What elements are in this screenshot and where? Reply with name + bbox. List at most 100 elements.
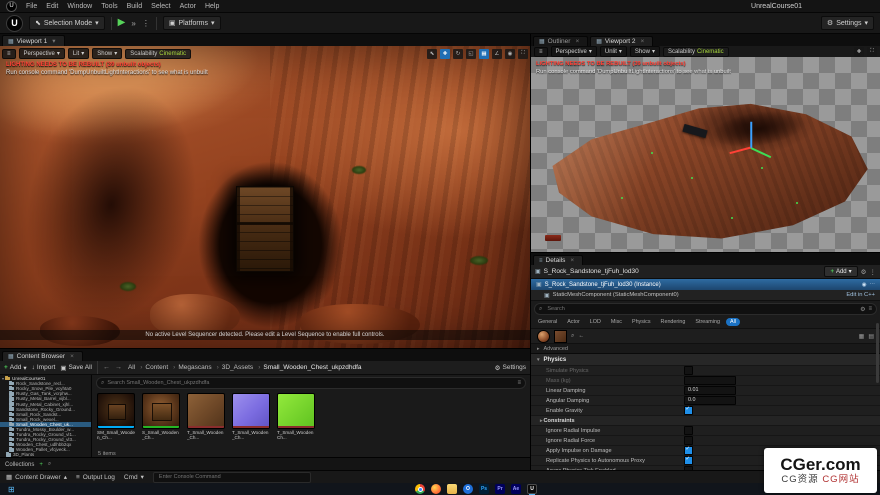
settings-dropdown[interactable]: ⚙ Settings ▾ <box>821 16 874 30</box>
asset-search-input[interactable] <box>107 380 514 386</box>
menu-actor[interactable]: Actor <box>180 3 196 10</box>
chip-lod[interactable]: LOD <box>586 318 605 326</box>
tab-viewport-1[interactable]: ▦ Viewport 1 ▾ <box>2 35 65 46</box>
tab-content-browser[interactable]: ▦ Content Browser × <box>2 351 83 361</box>
small-red-mesh[interactable] <box>545 235 561 241</box>
folder-icon[interactable]: ▤ <box>868 333 874 340</box>
use-selected-icon[interactable]: ← <box>578 333 584 339</box>
premiere-icon[interactable]: Pr <box>495 484 505 494</box>
windows-start-icon[interactable]: ⊞ <box>8 485 15 494</box>
grid-snap-icon[interactable]: ▦ <box>479 49 489 59</box>
search-collections-icon[interactable]: ⌕ <box>48 461 51 468</box>
breadcrumb-all[interactable]: All <box>127 364 136 371</box>
maximize-viewport-icon[interactable]: ⛶ <box>518 49 528 59</box>
advanced-section-row[interactable]: ▸ Advanced <box>531 343 880 353</box>
value-field[interactable]: 0.0 <box>684 396 736 405</box>
value-field[interactable] <box>684 376 736 385</box>
gizmo-move-icon[interactable]: ✚ <box>440 49 450 59</box>
close-icon[interactable]: × <box>570 257 574 264</box>
add-component-button[interactable]: +Add▾ <box>824 266 857 277</box>
cmd-dropdown[interactable]: Cmd ▾ <box>124 473 144 481</box>
add-collection-icon[interactable]: + <box>39 462 43 468</box>
gizmo-x-axis[interactable] <box>730 147 752 154</box>
chip-misc[interactable]: Misc <box>607 318 626 326</box>
menu-build[interactable]: Build <box>127 3 143 10</box>
photoshop-icon[interactable]: Ps <box>479 484 489 494</box>
back-icon[interactable]: ← <box>103 364 110 371</box>
gizmo-scale-icon[interactable]: ◱ <box>466 49 476 59</box>
tab-viewport-2[interactable]: ▦ Viewport 2 × <box>590 36 653 46</box>
chip-actor[interactable]: Actor <box>563 318 584 326</box>
menu-file[interactable]: File <box>26 3 37 10</box>
save-all-button[interactable]: ▣Save All <box>60 364 92 372</box>
view-mode-dropdown[interactable]: Lit▾ <box>68 48 89 59</box>
close-icon[interactable]: × <box>641 38 645 45</box>
scalability-badge[interactable]: ScalabilityCinematic <box>663 47 729 57</box>
component-row-staticmesh[interactable]: ▣ StaticMeshComponent (StaticMeshCompone… <box>531 290 880 301</box>
skip-frame-button[interactable]: » <box>131 19 135 28</box>
value-field[interactable]: 0.01 <box>684 386 736 395</box>
asset-tile[interactable]: T_Small_Wooden_Ch... <box>232 393 270 440</box>
chip-streaming[interactable]: Streaming <box>691 318 724 326</box>
selection-mode-dropdown[interactable]: ⬉ Selection Mode ▾ <box>29 16 105 30</box>
breadcrumb-current-folder[interactable]: Small_Wooden_Chest_ukpzdhdfa <box>254 364 362 371</box>
collections-label[interactable]: Collections <box>5 462 34 468</box>
transform-gizmo[interactable] <box>727 117 787 167</box>
scrollbar[interactable] <box>876 323 879 383</box>
chip-all[interactable]: All <box>726 318 740 326</box>
gizmo-move-icon[interactable]: ✚ <box>854 47 864 57</box>
camera-speed-icon[interactable]: ◉ <box>505 49 515 59</box>
filter-icon[interactable]: ≡ <box>517 380 521 386</box>
show-dropdown[interactable]: Show▾ <box>92 48 122 59</box>
content-browser-settings-button[interactable]: ⚙Settings <box>495 364 526 372</box>
firefox-icon[interactable] <box>431 484 441 494</box>
menu-window[interactable]: Window <box>67 3 92 10</box>
import-button[interactable]: ↓Import <box>32 364 56 371</box>
viewport-2-scene[interactable]: LIGHTING NEEDS TO BE REBUILT (39 unbuilt… <box>530 57 880 252</box>
console-command-input[interactable] <box>157 473 307 481</box>
checkbox[interactable] <box>684 436 693 445</box>
material-sphere-thumbnail[interactable] <box>537 330 550 343</box>
breadcrumb-content[interactable]: Content <box>136 364 169 371</box>
menu-help[interactable]: Help <box>205 3 219 10</box>
component-row-instance[interactable]: ▣ S_Rock_Sandstone_tjFuh_lod30 (Instance… <box>531 279 880 290</box>
viewport-options-menu[interactable]: ≡ <box>534 47 548 57</box>
asset-tile[interactable]: T_Small_Wooden_Ch... <box>187 393 225 440</box>
breadcrumb-3d-assets[interactable]: 3D_Assets <box>213 364 255 371</box>
viewport-options-menu[interactable]: ≡ <box>2 49 16 59</box>
menu-edit[interactable]: Edit <box>46 3 58 10</box>
asset-tile[interactable]: SM_Small_Wooden_Ch... <box>97 393 135 440</box>
chip-rendering[interactable]: Rendering <box>657 318 690 326</box>
file-explorer-icon[interactable] <box>447 484 457 494</box>
gizmo-y-axis[interactable] <box>751 147 772 158</box>
forward-icon[interactable]: → <box>115 364 122 371</box>
view-mode-dropdown[interactable]: Unlit▾ <box>600 46 627 57</box>
gear-icon[interactable]: ⚙ <box>860 306 865 313</box>
play-options-icon[interactable]: ⋮ <box>142 19 150 28</box>
checkbox[interactable] <box>684 446 693 455</box>
caret-icon[interactable]: ▾ <box>2 376 4 381</box>
grid-view-icon[interactable]: ▦ <box>859 333 865 340</box>
rotation-snap-icon[interactable]: ∠ <box>492 49 502 59</box>
tab-outliner[interactable]: ▦ Outliner × <box>533 36 588 46</box>
platforms-dropdown[interactable]: ▣ Platforms ▾ <box>163 16 221 30</box>
viewport-1-scene[interactable]: ≡ Perspective▾ Lit▾ Show▾ ScalabilityCin… <box>0 46 530 348</box>
perspective-dropdown[interactable]: Perspective▾ <box>551 46 597 57</box>
chrome-icon[interactable] <box>415 484 425 494</box>
gizmo-z-axis[interactable] <box>750 122 752 148</box>
browser-icon[interactable]: O <box>463 484 473 494</box>
unreal-engine-taskbar-icon[interactable]: U <box>527 484 537 494</box>
checkbox[interactable] <box>684 366 693 375</box>
edit-in-cpp-link[interactable]: Edit in C++ <box>846 292 875 298</box>
output-log-button[interactable]: ≡ Output Log <box>76 474 115 481</box>
mesh-thumbnail[interactable] <box>554 330 567 343</box>
chip-physics[interactable]: Physics <box>628 318 655 326</box>
asset-tile[interactable]: S_Small_Wooden_Ch... <box>142 393 180 440</box>
options-icon[interactable]: ⋯ <box>870 282 876 288</box>
checkbox[interactable] <box>684 456 693 465</box>
asset-tile[interactable]: T_Small_WoodenCh... <box>277 393 315 440</box>
maximize-viewport-icon[interactable]: ⛶ <box>867 47 877 57</box>
breadcrumb-megascans[interactable]: Megascans <box>169 364 212 371</box>
show-dropdown[interactable]: Show▾ <box>630 46 660 57</box>
menu-select[interactable]: Select <box>151 3 170 10</box>
